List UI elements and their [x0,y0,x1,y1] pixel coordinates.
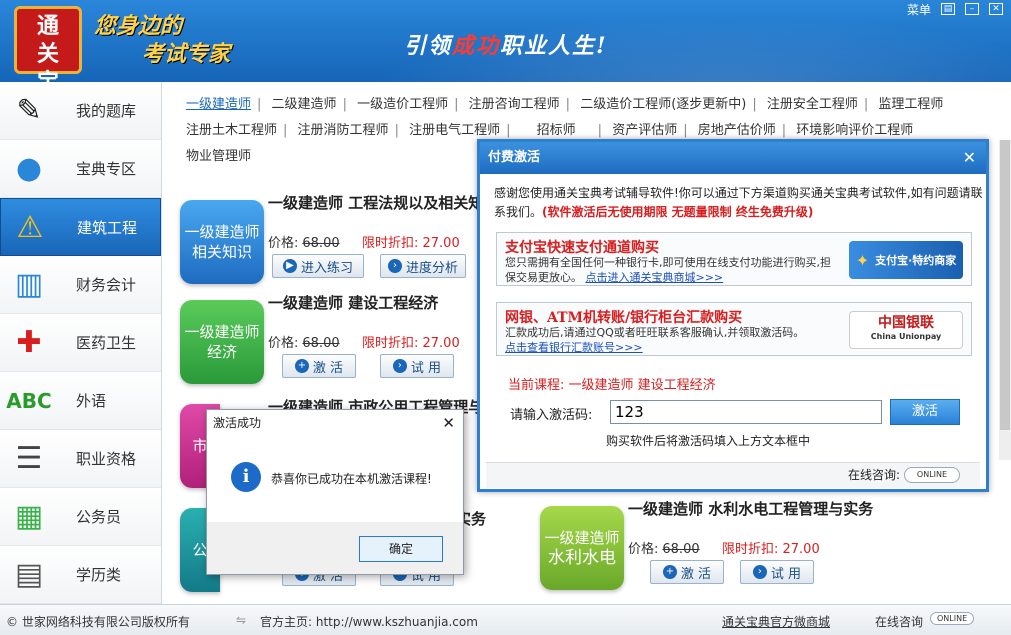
activate-button[interactable]: +激 活 [650,560,724,584]
tab-exam[interactable]: 注册安全工程师 [761,92,864,118]
close-icon[interactable]: ✕ [442,410,455,436]
app-header: 通 关 宝 典 您身边的 考试专家 引领成功职业人生! 菜单 ▤ – ✕ [0,0,1011,82]
sidebar-item-finance[interactable]: ▥ 财务会计 [0,256,161,314]
unionpay-logo: 中国银联 China Unionpay [849,311,963,349]
payment-intro: 感谢您使用通关宝典考试辅导软件!你可以通过下方渠道购买通关宝典考试软件,如有问题… [494,186,983,219]
alipay-logo[interactable]: ✦ 支付宝·特约商家 [849,241,963,279]
play-icon: ▶ [282,259,297,273]
puzzle-icon: ✦ [855,250,870,270]
pencil-paper-icon: ✎ [16,93,42,128]
trial-button[interactable]: ›试 用 [740,560,814,584]
dialog-titlebar: 激活成功 ✕ [207,410,463,436]
dialog-footer: 在线咨询: ONLINE [486,462,980,488]
alipay-section: 支付宝快速支付通道购买 您只需拥有全国任何一种银行卡,即可使用在线支付功能进行购… [496,232,972,286]
course-price: 价格: 68.00 [628,542,700,557]
sidebar-item-baodian[interactable]: ● 宝典专区 [0,140,161,198]
sidebar-item-medical[interactable]: ✚ 医药卫生 [0,314,161,372]
calculator-icon: ▦ [14,499,44,534]
store-link[interactable]: 点击进入通关宝典商城>>> [586,271,724,284]
medical-cross-icon: ✚ [16,325,42,360]
close-icon[interactable]: ✕ [963,142,976,174]
footer-consult-label: 在线咨询 [875,615,924,629]
copyright-text: © 世家网络科技有限公司版权所有 [6,615,190,629]
course-price: 价格: 68.00 [268,236,340,251]
success-message: 恭喜你已成功在本机激活课程! [271,472,432,486]
user-icon: ● [15,151,43,186]
menu-button[interactable]: 菜单 [907,1,931,18]
course-discount: 限时折扣: 27.00 [362,236,460,251]
share-icon: ⇋ [236,613,247,627]
minimize-icon[interactable]: – [965,3,979,15]
menu-icon[interactable]: ▤ [941,3,955,15]
bank-account-link[interactable]: 点击查看银行汇款账号>>> [505,341,643,354]
scrollbar-thumb[interactable] [1000,140,1010,430]
trial-button[interactable]: ›试 用 [380,354,454,378]
dialog-button-bar: 确定 [207,522,463,574]
bank-section: 网银、ATM机转账/银行柜台汇款购买 汇款成功后,请通过QQ或者旺旺联系客服确认… [496,302,972,356]
sidebar-item-language[interactable]: ABC 外语 [0,372,161,430]
arrow-icon: › [387,259,402,273]
sidebar-item-civil-servant[interactable]: ▦ 公务员 [0,488,161,546]
progress-analysis-button[interactable]: › 进度分析 [380,254,466,278]
header-motto: 引领成功职业人生! [404,33,608,59]
online-badge[interactable]: ONLINE [930,612,975,625]
plus-icon: + [662,565,677,579]
course-discount: 限时折扣: 27.00 [722,542,820,557]
finance-chart-icon: ▥ [14,267,44,302]
tab-exam[interactable]: 一级造价工程师 [351,92,454,118]
notebook-icon: ▤ [14,557,44,592]
window-controls: 菜单 ▤ – ✕ [899,0,1011,18]
enter-practice-button[interactable]: ▶ 进入练习 [272,254,364,278]
sidebar-item-education[interactable]: ▤ 学历类 [0,546,161,604]
abc-icon: ABC [6,388,52,413]
course-thumbnail[interactable]: 一级建造师 经济 [180,300,264,384]
arrow-icon: › [752,565,767,579]
activate-submit-button[interactable]: 激活 [890,399,960,425]
current-course: 当前课程: 一级建造师 建设工程经济 [508,378,716,393]
code-hint: 购买软件后将激活码填入上方文本框中 [606,434,811,448]
store-link[interactable]: 通关宝典官方微商城 [722,613,830,630]
tab-exam[interactable]: 二级造价工程师(逐步更新中) [574,92,752,118]
app-slogan: 您身边的 考试专家 [94,13,231,67]
online-badge[interactable]: ONLINE [904,467,960,483]
activate-button[interactable]: +激 活 [282,354,356,378]
course-discount: 限时折扣: 27.00 [362,336,460,351]
course-title: 一级建造师 水利水电工程管理与实务 [628,500,874,518]
course-thumbnail[interactable]: 一级建造师 水利水电 [540,506,624,590]
books-icon: ☰ [15,441,43,476]
tab-exam[interactable]: 注册土木工程师 [180,118,283,144]
course-card: 一级建造师 经济 一级建造师 建设工程经济 价格: 68.00 限时折扣: 27.… [180,294,510,390]
sidebar-item-qualification[interactable]: ☰ 职业资格 [0,430,161,488]
plus-icon: + [294,359,309,373]
tab-exam[interactable]: 注册消防工程师 [292,118,395,144]
app-logo: 通 关 宝 典 [14,6,82,82]
course-thumbnail[interactable]: 一级建造师 相关知识 [180,200,264,284]
construction-barrier-icon: ⚠ [16,209,44,245]
payment-dialog: 付费激活 ✕ 感谢您使用通关宝典考试辅导软件!你可以通过下方渠道购买通关宝典考试… [477,139,989,492]
app-footer: © 世家网络科技有限公司版权所有 ⇋ 官方主页: http://www.kszh… [0,604,1011,635]
info-icon: i [231,462,261,492]
tab-exam[interactable]: 二级建造师 [266,92,343,118]
sidebar-item-construction[interactable]: ⚠ 建筑工程 [0,198,161,256]
ok-button[interactable]: 确定 [359,536,443,562]
tab-exam[interactable]: 物业管理师 [180,144,257,170]
sidebar-item-my-questions[interactable]: ✎ 我的题库 [0,82,161,140]
course-card: 一级建造师 相关知识 一级建造师 工程法规以及相关知识 价格: 68.00 限时折… [180,194,510,290]
course-card: 一级建造师 水利水电 一级建造师 水利水电工程管理与实务 价格: 68.00 限时… [540,500,873,596]
homepage-link[interactable]: 官方主页: http://www.kszhuanjia.com [260,613,478,630]
activation-code-input[interactable] [610,400,882,424]
tab-exam[interactable]: 注册咨询工程师 [463,92,566,118]
content-scrollbar[interactable] [999,140,1011,460]
category-sidebar: ✎ 我的题库 ● 宝典专区 ⚠ 建筑工程 ▥ 财务会计 ✚ 医药卫生 ABC 外… [0,82,162,604]
tab-exam[interactable]: 监理工程师 [872,92,949,118]
consult-label: 在线咨询: [847,468,900,482]
close-icon[interactable]: ✕ [989,3,1003,15]
course-price: 价格: 68.00 [268,336,340,351]
code-label: 请输入激活码: [510,408,593,423]
dialog-titlebar: 付费激活 ✕ [480,142,986,174]
tab-exam[interactable]: 一级建造师 [180,92,257,118]
arrow-icon: › [392,359,407,373]
activation-success-dialog: 激活成功 ✕ i 恭喜你已成功在本机激活课程! 确定 [206,409,464,575]
